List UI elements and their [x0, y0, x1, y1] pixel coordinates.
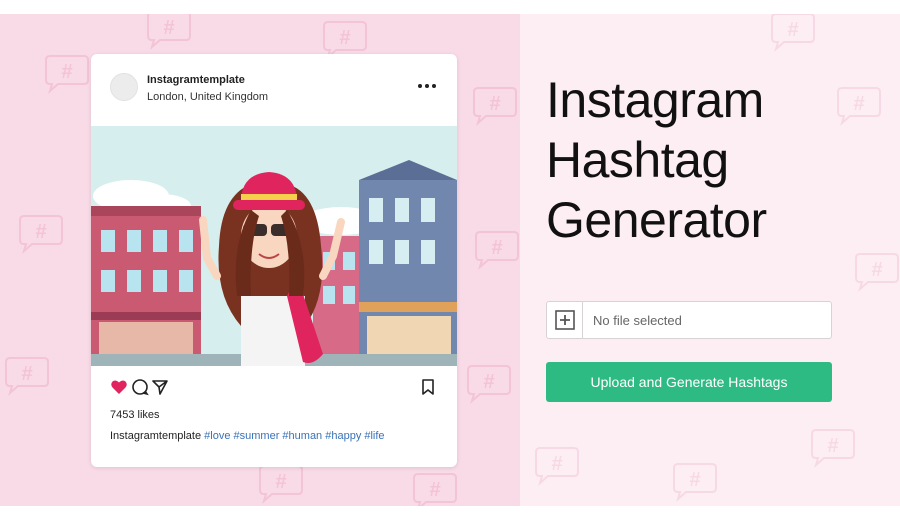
hashtag-bubble-icon: [475, 231, 519, 268]
title-line-1: Instagram: [546, 72, 764, 128]
post-header: Instagramtemplate London, United Kingdom: [91, 54, 457, 124]
post-caption: Instagramtemplate #love #summer #human #…: [110, 430, 385, 442]
hashtag-bubble-icon: [473, 87, 517, 124]
hashtag-bubble-icon: [467, 365, 511, 402]
heart-icon[interactable]: [110, 378, 128, 396]
instagram-post-card: Instagramtemplate London, United Kingdom: [91, 54, 457, 467]
title-line-3: Generator: [546, 192, 767, 248]
hashtag-bubble-icon: [413, 473, 457, 506]
post-actions: [91, 376, 457, 400]
post-username[interactable]: Instagramtemplate: [147, 74, 245, 86]
post-image: [91, 126, 457, 366]
hashtag-bubble-icon: [5, 357, 49, 394]
avatar[interactable]: [110, 73, 138, 101]
add-file-button[interactable]: [547, 302, 583, 338]
file-input[interactable]: No file selected: [546, 301, 832, 339]
hashtag-bubble-icon: [259, 465, 303, 502]
like-count: 7453 likes: [110, 409, 160, 421]
caption-username[interactable]: Instagramtemplate: [110, 430, 201, 442]
hashtag-bubble-icon: [673, 463, 717, 500]
bookmark-icon[interactable]: [419, 378, 437, 396]
cartoon-girl-illustration: [91, 126, 457, 366]
hashtag-bubble-icon: [45, 55, 89, 92]
plus-icon: [554, 310, 575, 330]
page-title: Instagram Hashtag Generator: [546, 70, 876, 250]
upload-generate-button[interactable]: Upload and Generate Hashtags: [546, 362, 832, 402]
post-location: London, United Kingdom: [147, 91, 269, 103]
hashtag-bubble-icon: [147, 14, 191, 48]
title-line-2: Hashtag: [546, 132, 729, 188]
hashtag-bubble-icon: [323, 21, 367, 58]
hashtag-bubble-icon: [19, 215, 63, 252]
caption-hashtags[interactable]: #love #summer #human #happy #life: [204, 430, 384, 442]
hashtag-bubble-icon: [535, 447, 579, 484]
hashtag-bubble-icon: [771, 14, 815, 50]
comment-icon[interactable]: [131, 378, 149, 396]
hashtag-bubble-icon: [855, 253, 899, 290]
hashtag-bubble-icon: [811, 429, 855, 466]
page-stage: # # Instagramtemplate London, United Kin…: [0, 14, 900, 506]
share-icon[interactable]: [151, 378, 169, 396]
file-status: No file selected: [593, 313, 682, 328]
more-options-icon[interactable]: [416, 78, 438, 94]
